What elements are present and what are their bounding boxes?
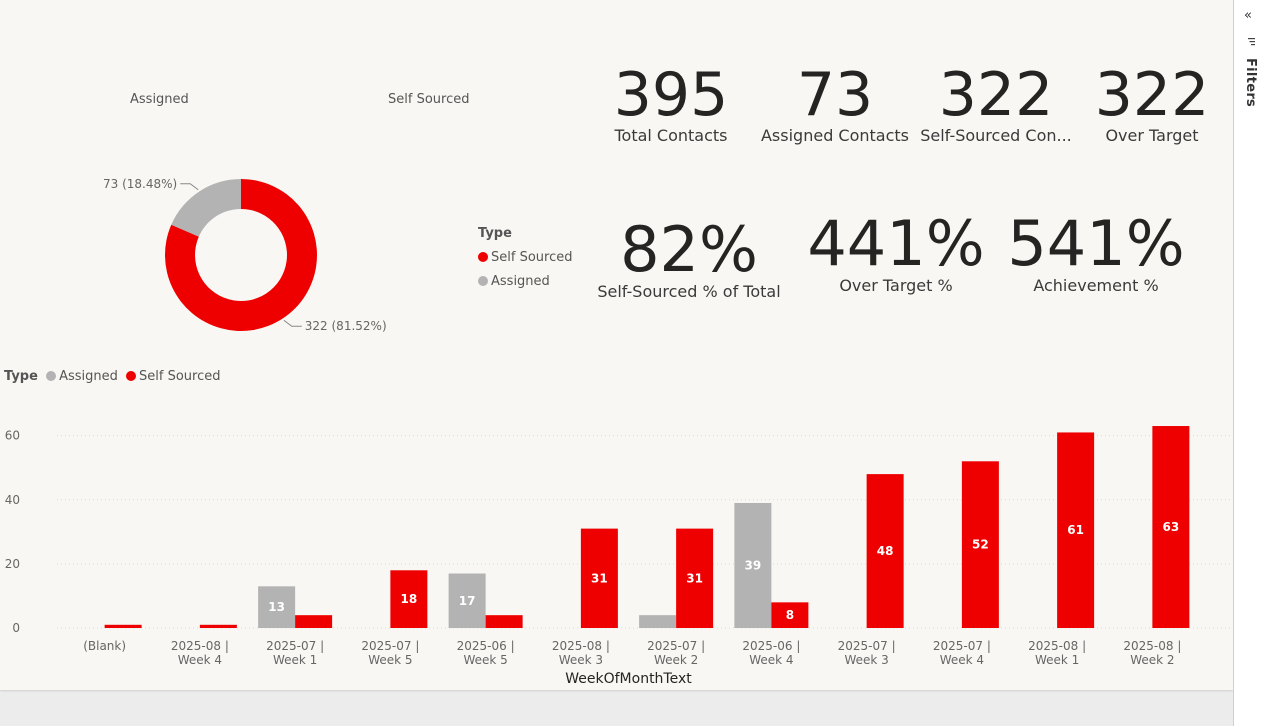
kpi-over-target[interactable]: 322 Over Target [1090,64,1214,146]
bar-self-sourced[interactable] [295,615,333,628]
x-tick-label: Week 4 [749,653,793,667]
x-tick-label: Week 5 [463,653,507,667]
x-tick-label: 2025-08 | [171,639,229,653]
legend-label: Assigned [59,369,118,384]
legend-label: Assigned [491,274,550,289]
bar-data-label: 13 [268,600,285,614]
bar-legend-item-assigned[interactable]: Assigned [46,369,118,384]
donut-legend-title: Type [478,226,512,241]
kpi-assigned-contacts[interactable]: 73 Assigned Contacts [760,64,910,146]
y-tick-label: 60 [5,429,20,443]
x-tick-label: Week 2 [654,653,698,667]
kpi-total-contacts[interactable]: 395 Total Contacts [600,64,742,146]
x-tick-label: 2025-07 | [838,639,896,653]
filters-label[interactable]: Filters [1243,58,1258,107]
y-tick-label: 20 [5,557,20,571]
bar-self-sourced[interactable] [104,624,142,628]
assigned-dot-icon [46,371,57,381]
bar-chart[interactable]: 0204060(Blank) 2025-08 |Week 4132025-07 |… [0,400,1233,690]
x-tick-label: Week 5 [368,653,412,667]
x-tick-label: Week 1 [1035,653,1079,667]
donut-legend-item-assigned[interactable]: Assigned [478,270,572,294]
x-tick-label: Week 4 [940,653,984,667]
bar-data-label: 63 [1163,520,1180,534]
x-tick-label: 2025-07 | [647,639,705,653]
kpi-value: 395 [613,60,729,130]
kpi-value: 73 [796,60,874,130]
bar-data-label: 18 [401,592,418,606]
y-tick-label: 40 [5,493,20,507]
x-tick-label: (Blank) [83,639,126,653]
x-tick-label: 2025-08 | [1028,639,1086,653]
bar-data-label: 61 [1067,523,1084,537]
x-tick-label: Week 3 [844,653,888,667]
bar-self-sourced[interactable] [485,615,523,628]
bar-data-label: 52 [972,538,989,552]
bar-data-label: 39 [745,558,762,572]
kpi-label: Assigned Contacts [760,126,910,145]
donut-chart[interactable]: 322 (81.52%) 73 (18.48%) [60,160,420,350]
donut-data-label: 73 (18.48%) [103,177,177,191]
bar-legend-item-self-sourced[interactable]: Self Sourced [126,369,220,384]
kpi-label: Self-Sourced Con... [920,126,1072,145]
collapse-icon[interactable]: « [1244,8,1252,23]
self-sourced-card-title: Self Sourced [388,92,470,107]
kpi-label: Total Contacts [614,126,728,145]
self-sourced-dot-icon [478,252,488,262]
kpi-over-target-pct[interactable]: 441% Over Target % [806,212,986,296]
kpi-label: Self-Sourced % of Total [597,282,781,301]
x-tick-label: 2025-06 | [457,639,515,653]
legend-label: Self Sourced [139,369,221,384]
bar-data-label: 31 [591,571,608,585]
x-tick-label: 2025-07 | [933,639,991,653]
kpi-self-sourced-contacts[interactable]: 322 Self-Sourced Con... [920,64,1072,146]
bar-data-label: 31 [686,571,703,585]
report-canvas: Assigned Self Sourced 395 Total Contacts… [0,0,1233,690]
x-axis-title: WeekOfMonthText [565,671,692,687]
x-tick-label: 2025-06 | [742,639,800,653]
donut-data-label: 322 (81.52%) [305,319,387,333]
kpi-achievement-pct[interactable]: 541% Achievement % [1006,212,1186,296]
kpi-value: 322 [938,60,1054,130]
filter-icon[interactable] [1246,37,1256,47]
assigned-card-title: Assigned [130,92,189,107]
donut-legend: Type Self Sourced Assigned [478,222,572,294]
self-sourced-dot-icon [126,371,136,381]
donut-legend-item-self-sourced[interactable]: Self Sourced [478,246,572,270]
bar-data-label: 17 [459,594,476,608]
x-tick-label: 2025-08 | [1123,639,1181,653]
bar-legend-title: Type [4,369,38,384]
kpi-value: 541% [1007,207,1185,280]
bar-legend: Type Assigned Self Sourced [4,369,220,384]
x-tick-label: 2025-07 | [266,639,324,653]
donut-leader-line [180,183,199,191]
y-tick-label: 0 [12,621,20,635]
donut-slice-assigned[interactable] [171,179,241,237]
donut-leader-line [283,319,302,327]
kpi-self-sourced-pct[interactable]: 82% Self-Sourced % of Total [592,218,786,302]
kpi-value: 82% [620,213,758,286]
x-tick-label: 2025-07 | [361,639,419,653]
bar-self-sourced[interactable] [199,624,237,628]
bar-data-label: 8 [786,608,794,622]
kpi-value: 441% [807,207,985,280]
legend-label: Self Sourced [491,250,573,265]
assigned-dot-icon [478,276,488,286]
bar-data-label: 48 [877,544,894,558]
x-tick-label: 2025-08 | [552,639,610,653]
x-tick-label: Week 1 [273,653,317,667]
filters-pane[interactable] [1233,0,1261,726]
x-tick-label: Week 2 [1130,653,1174,667]
x-tick-label: Week 3 [559,653,603,667]
x-tick-label: Week 4 [178,653,222,667]
kpi-label: Over Target [1105,126,1199,145]
bar-assigned[interactable] [639,615,677,628]
kpi-value: 322 [1094,60,1210,130]
